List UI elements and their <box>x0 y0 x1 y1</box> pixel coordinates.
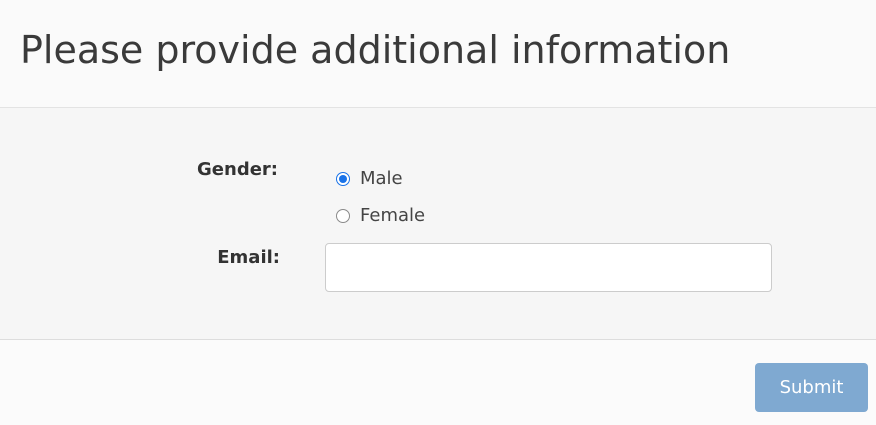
additional-info-dialog: Please provide additional information Ge… <box>0 0 876 425</box>
female-option-label: Female <box>360 205 426 226</box>
gender-option-female[interactable]: Female <box>336 205 425 226</box>
dialog-body: Gender: Male Female Email: <box>0 108 876 340</box>
dialog-title: Please provide additional information <box>20 28 731 72</box>
submit-button[interactable]: Submit <box>755 363 868 412</box>
dialog-header: Please provide additional information <box>0 0 876 108</box>
gender-label: Gender: <box>197 159 278 180</box>
gender-option-male[interactable]: Male <box>336 168 403 189</box>
email-label: Email: <box>217 247 280 268</box>
dialog-footer: Submit <box>0 340 876 425</box>
female-radio-button[interactable] <box>336 208 350 223</box>
male-radio-button[interactable] <box>336 171 350 186</box>
male-option-label: Male <box>360 168 403 189</box>
email-input[interactable] <box>325 243 772 292</box>
